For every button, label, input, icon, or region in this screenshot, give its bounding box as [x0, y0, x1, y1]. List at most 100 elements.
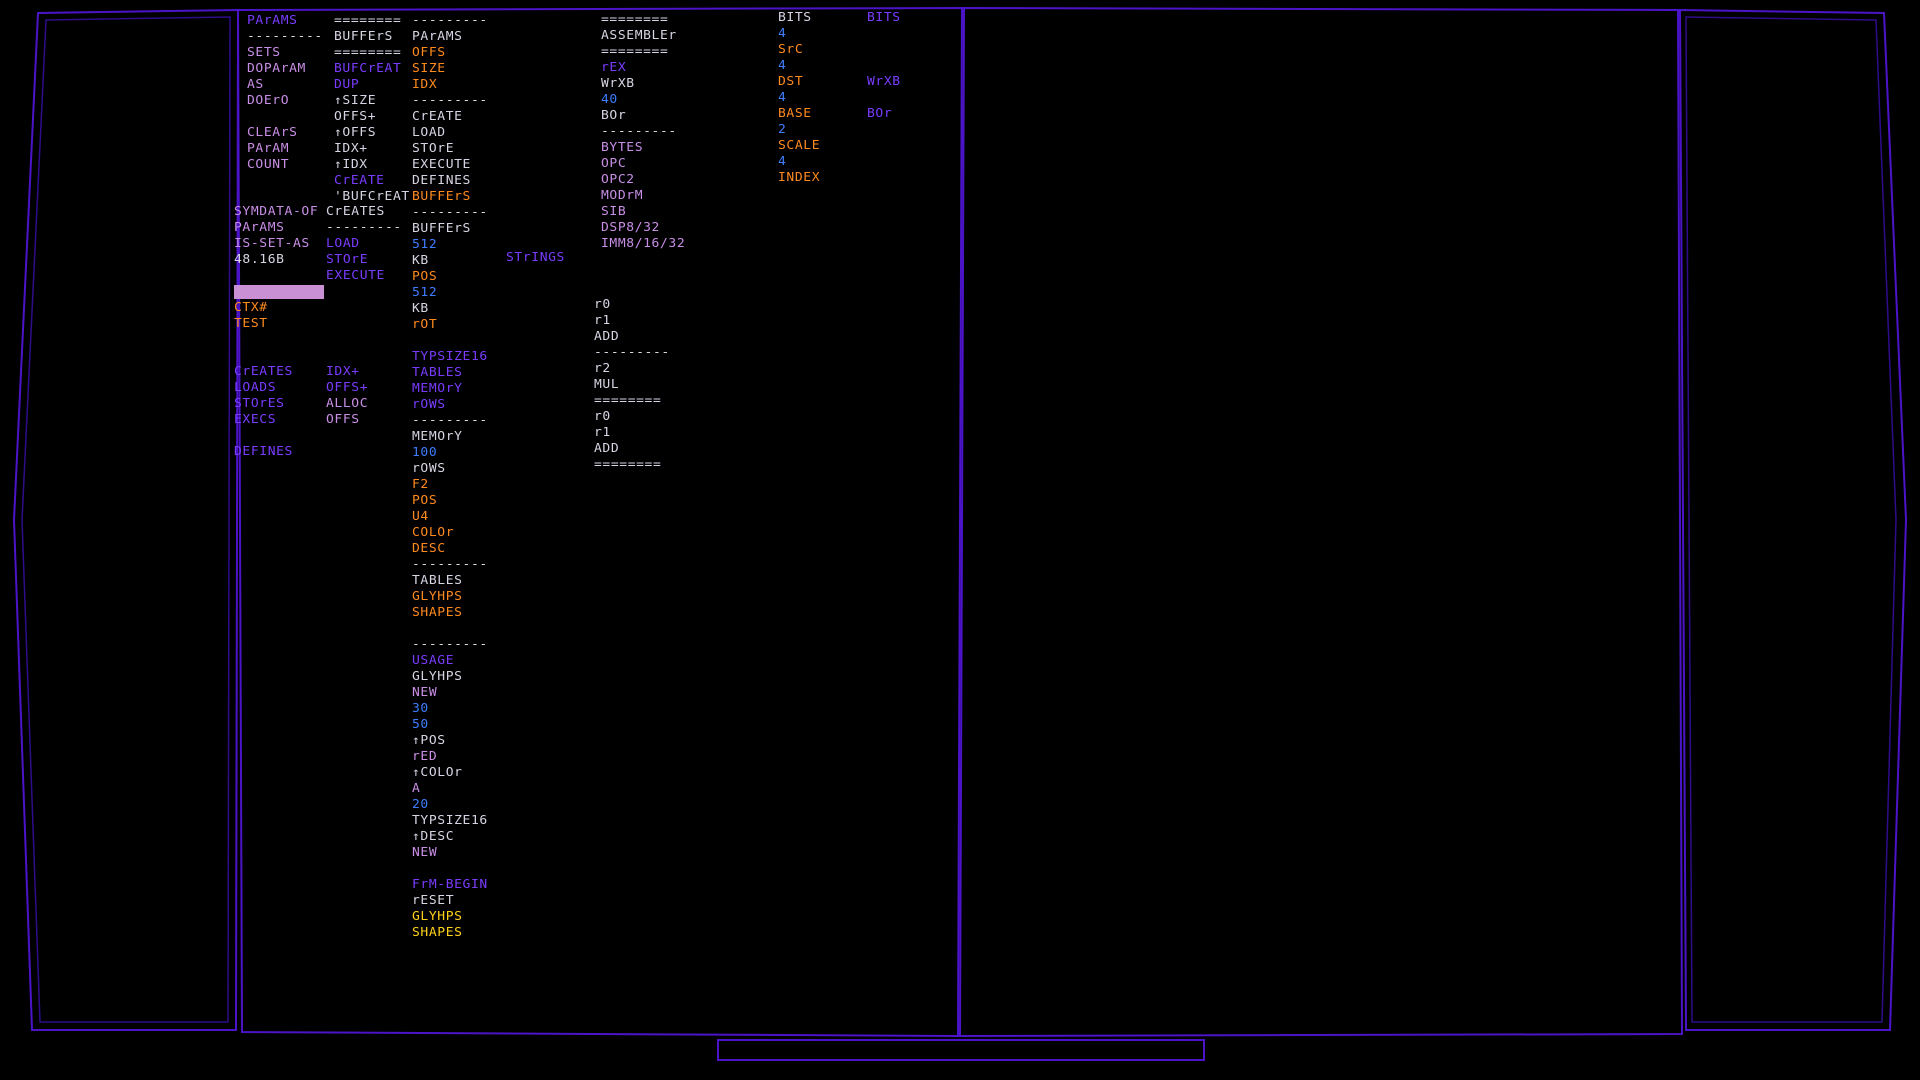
code-word: BOr — [867, 106, 893, 121]
code-word: STOrE — [412, 141, 455, 156]
code-word: PArAMS — [412, 29, 463, 44]
code-word: --------- — [412, 637, 488, 652]
code-word: OPC — [601, 156, 627, 171]
code-word: MUL — [594, 377, 620, 392]
code-word: rOWS — [412, 397, 446, 412]
code-word: IMM8/16/32 — [601, 236, 686, 251]
code-word: --------- — [412, 205, 488, 220]
code-word: SIB — [601, 204, 627, 219]
code-word: rEX — [601, 60, 627, 75]
code-word: EXECUTE — [412, 157, 471, 172]
code-word: rOWS — [412, 461, 446, 476]
code-word: GLYHPS — [412, 589, 463, 604]
column-assembler: ======== ASSEMBLEr ======== rEX WrXB 40 BOr ---… — [601, 12, 731, 252]
code-word: TYPSIZE16 — [412, 349, 488, 364]
code-word: OFFS — [412, 45, 446, 60]
code-word: 50 — [412, 717, 429, 732]
column-strings: STrINGS — [506, 250, 636, 266]
code-word: --------- — [601, 124, 677, 139]
code-word: BUFFErS — [412, 221, 471, 236]
code-word: r0 — [594, 297, 611, 312]
code-word: ADD — [594, 441, 620, 456]
code-word: ======== — [594, 457, 662, 472]
code-word: A — [412, 781, 421, 796]
code-word: 2 — [778, 122, 787, 137]
code-word: --------- — [412, 13, 488, 28]
code-word: rESET — [412, 893, 455, 908]
code-word: ASSEMBLEr — [601, 28, 677, 43]
code-word: ======== — [594, 393, 662, 408]
code-word: FrM-BEGIN — [412, 877, 488, 892]
code-word: SIZE — [412, 61, 446, 76]
text-cursor — [234, 285, 324, 299]
code-word: BUFFErS — [412, 189, 471, 204]
code-word: ↑COLOr — [412, 765, 463, 780]
code-word: LOAD — [412, 125, 446, 140]
code-word: F2 — [412, 477, 429, 492]
code-word: ADD — [594, 329, 620, 344]
code-word: 40 — [601, 92, 618, 107]
code-word: KB — [412, 301, 429, 316]
code-word: --------- — [594, 345, 670, 360]
code-word: r1 — [594, 425, 611, 440]
code-word: ↑POS — [412, 733, 446, 748]
code-word: CrEATE — [412, 109, 463, 124]
code-word: SCALE — [778, 138, 821, 153]
code-word: ======== — [601, 12, 669, 27]
code-word: WrXB — [601, 76, 635, 91]
code-word: BYTES — [601, 140, 644, 155]
code-word: TABLES — [412, 365, 463, 380]
code-word: IDX — [412, 77, 438, 92]
code-word: --------- — [412, 557, 488, 572]
code-word: USAGE — [412, 653, 455, 668]
code-word: r2 — [594, 361, 611, 376]
code-word: SHAPES — [412, 925, 463, 940]
code-word: --------- — [412, 93, 488, 108]
code-word: r0 — [594, 409, 611, 424]
code-word: 100 — [412, 445, 438, 460]
code-columns: PArAMS --------- SETS DOPArAM AS DOErO CLEArS P… — [0, 0, 1920, 1080]
code-word: BOr — [601, 108, 627, 123]
code-word: MEMOrY — [412, 429, 463, 444]
code-word: 4 — [778, 154, 787, 169]
code-word: POS — [412, 493, 438, 508]
code-word: NEW — [412, 685, 438, 700]
code-word: 30 — [412, 701, 429, 716]
column-registers: r0 r1 ADD --------- r2 MUL ======== r0 r1 ADD ====… — [594, 297, 724, 473]
code-word: OPC2 — [601, 172, 635, 187]
code-word: SHAPES — [412, 605, 463, 620]
code-word: POS — [412, 269, 438, 284]
column-bits-wrxb: BITS WrXB BOr — [867, 10, 997, 122]
code-word: BITS — [867, 10, 901, 25]
code-word: r1 — [594, 313, 611, 328]
code-word: TABLES — [412, 573, 463, 588]
code-word: TYPSIZE16 — [412, 813, 488, 828]
code-word: U4 — [412, 509, 429, 524]
code-word: GLYHPS — [412, 669, 463, 684]
code-word: COLOr — [412, 525, 455, 540]
code-word: 20 — [412, 797, 429, 812]
code-word: rED — [412, 749, 438, 764]
code-word: --------- — [412, 413, 488, 428]
code-word: DEFINES — [412, 173, 471, 188]
code-word: ↑DESC — [412, 829, 455, 844]
code-word: WrXB — [867, 74, 901, 89]
code-word: DESC — [412, 541, 446, 556]
code-word: 512 — [412, 285, 438, 300]
code-word: DSP8/32 — [601, 220, 660, 235]
code-word: ======== — [601, 44, 669, 59]
code-word: MODrM — [601, 188, 644, 203]
code-word: STrINGS — [506, 250, 565, 265]
code-word: rOT — [412, 317, 438, 332]
code-word: MEMOrY — [412, 381, 463, 396]
code-word: NEW — [412, 845, 438, 860]
code-word: DEFINES — [234, 444, 293, 459]
